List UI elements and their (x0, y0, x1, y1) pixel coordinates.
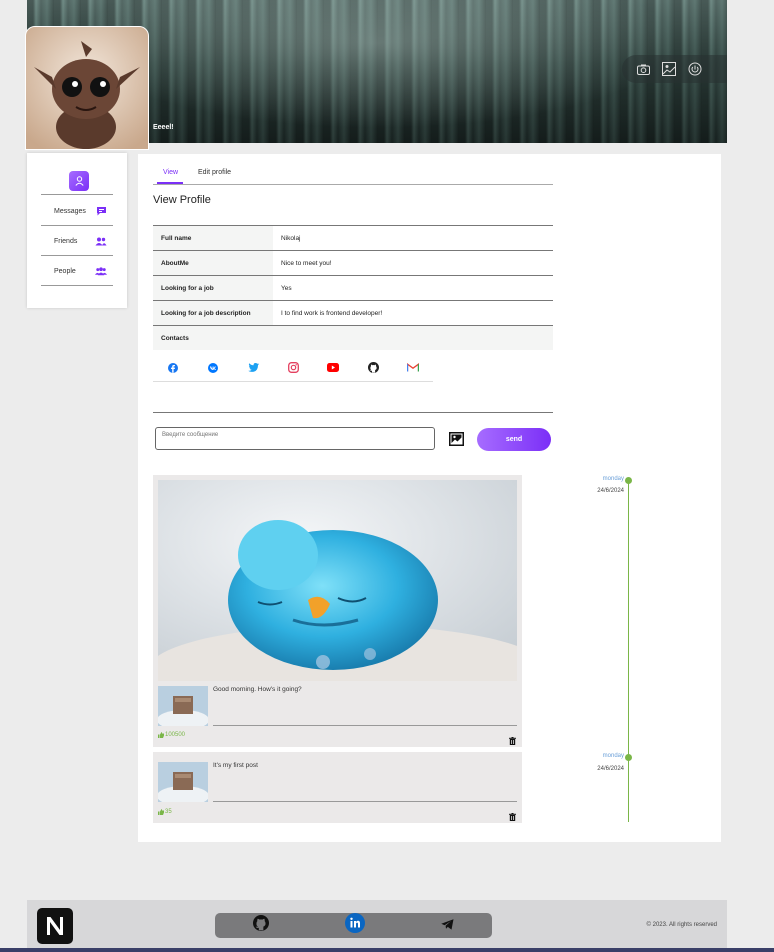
header-toolbar (622, 55, 727, 83)
social-links (153, 354, 433, 382)
delete-icon[interactable] (509, 808, 516, 821)
message-input[interactable] (155, 427, 435, 450)
footer: © 2023. All rights reserved (27, 900, 727, 952)
timeline-day: monday (602, 753, 624, 759)
people-icon (95, 266, 107, 276)
info-row-contacts: Contacts (153, 326, 553, 350)
bottom-strip (0, 948, 774, 952)
sidebar-divider (41, 285, 113, 286)
active-tab-indicator (157, 182, 183, 184)
send-button[interactable]: send (477, 428, 551, 451)
attach-image-icon[interactable] (449, 432, 464, 446)
image-icon[interactable] (662, 62, 676, 76)
telegram-icon[interactable] (441, 917, 454, 935)
youtube-icon[interactable] (313, 354, 353, 381)
post-author-avatar (158, 686, 208, 726)
profile-tabs: View Edit profile (153, 164, 553, 185)
post-card: Good morning. How's it going? 100500 (153, 475, 522, 747)
timeline-date: 24/6/2024 (597, 488, 624, 494)
sidebar-item-label: Friends (54, 237, 78, 245)
avatar (25, 26, 149, 150)
tab-edit-profile[interactable]: Edit profile (198, 169, 231, 176)
delete-icon[interactable] (509, 732, 516, 745)
tab-view[interactable]: View (163, 169, 178, 176)
info-value: I to find work is frontend developer! (281, 309, 383, 317)
sidebar-item-friends[interactable]: Friends (41, 227, 113, 255)
post-text: It's my first post (213, 762, 258, 769)
info-value: Yes (281, 284, 292, 292)
page-title: View Profile (153, 194, 211, 206)
section-divider (153, 412, 553, 413)
sidebar-divider (41, 255, 113, 256)
info-value: Nice to meet you! (281, 259, 332, 267)
info-key: Full name (153, 226, 273, 250)
sidebar-item-messages[interactable]: Messages (41, 197, 113, 225)
gmail-icon[interactable] (393, 354, 433, 381)
info-key: AboutMe (153, 251, 273, 275)
sidebar-item-label: People (54, 267, 76, 275)
sidebar-divider (41, 194, 113, 195)
post-text: Good morning. How's it going? (213, 686, 302, 693)
twitter-icon[interactable] (233, 354, 273, 381)
post-author-avatar (158, 762, 208, 802)
power-icon[interactable] (688, 62, 702, 76)
sidebar-item-people[interactable]: People (41, 257, 113, 285)
footer-social-links (215, 913, 492, 938)
timeline-line (628, 480, 629, 822)
sidebar-item-label: Messages (54, 207, 86, 215)
info-row-job-description: Looking for a job description I to find … (153, 301, 553, 326)
sidebar: Messages Friends People (27, 153, 127, 308)
n-logo-icon[interactable] (37, 908, 73, 944)
like-button[interactable]: 100500 (158, 732, 185, 738)
copyright: © 2023. All rights reserved (646, 922, 717, 928)
info-key: Looking for a job (153, 276, 273, 300)
timeline-day: monday (602, 476, 624, 482)
info-key: Looking for a job description (153, 301, 273, 325)
like-button[interactable]: 35 (158, 809, 172, 815)
timeline-dot (625, 477, 632, 484)
info-row-full-name: Full name Nikolaj (153, 226, 553, 251)
chat-icon (95, 206, 107, 216)
linkedin-icon[interactable] (345, 913, 365, 938)
profile-info-table: Full name Nikolaj AboutMe Nice to meet y… (153, 225, 553, 350)
post-card: It's my first post 35 (153, 752, 522, 823)
timeline-date: 24/6/2024 (597, 766, 624, 772)
post-divider (213, 725, 517, 726)
like-count: 100500 (165, 732, 186, 738)
user-icon (74, 176, 84, 186)
thumbs-up-icon (158, 732, 164, 738)
username: Eeeel! (153, 124, 174, 131)
info-value: Nikolaj (281, 234, 301, 242)
instagram-icon[interactable] (273, 354, 313, 381)
like-count: 35 (165, 809, 172, 815)
post-image (158, 480, 517, 681)
friends-icon (95, 236, 107, 246)
info-row-about-me: AboutMe Nice to meet you! (153, 251, 553, 276)
github-icon[interactable] (353, 354, 393, 381)
timeline-dot (625, 754, 632, 761)
sidebar-divider (41, 225, 113, 226)
thumbs-up-icon (158, 809, 164, 815)
vk-icon[interactable] (193, 354, 233, 381)
main-content: View Edit profile View Profile Full name… (138, 154, 721, 842)
github-icon[interactable] (253, 915, 269, 936)
camera-icon[interactable] (636, 62, 650, 76)
post-divider (213, 801, 517, 802)
profile-nav-button[interactable] (69, 171, 89, 191)
facebook-icon[interactable] (153, 354, 193, 381)
info-row-looking-for-job: Looking for a job Yes (153, 276, 553, 301)
contacts-label: Contacts (161, 334, 189, 342)
